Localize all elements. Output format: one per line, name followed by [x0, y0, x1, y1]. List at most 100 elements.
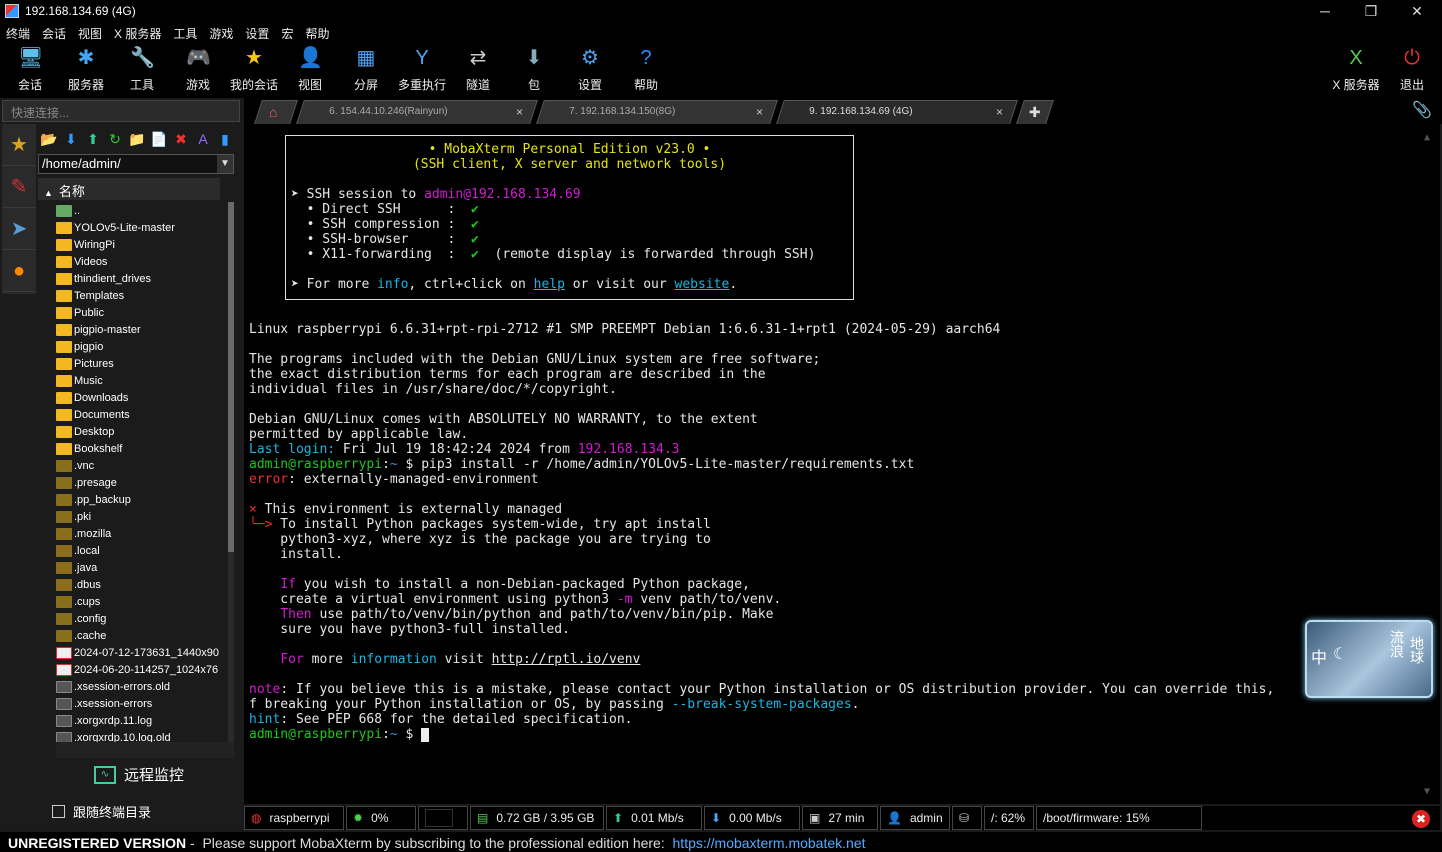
download-icon[interactable]: ⬇ — [60, 130, 82, 148]
toolbar-button[interactable]: Y 多重执行 — [394, 46, 450, 93]
file-list-item[interactable]: YOLOv5-Lite-master — [56, 219, 224, 236]
sessions-star-icon[interactable]: ★ — [2, 124, 36, 166]
toolbar-button[interactable]: XX 服务器 — [1328, 46, 1384, 93]
close-tab-icon[interactable]: × — [516, 105, 523, 119]
file-list-item[interactable]: .cups — [56, 593, 224, 610]
file-list-item[interactable]: .cache — [56, 627, 224, 644]
upload-icon[interactable]: ⬆ — [82, 130, 104, 148]
column-header-name[interactable]: ▲ 名称 — [38, 178, 220, 200]
menu-item[interactable]: X 服务器 — [108, 22, 167, 42]
settings-icon: ⚙ — [581, 47, 599, 69]
close-tab-icon[interactable]: × — [756, 105, 763, 119]
menu-item[interactable]: 设置 — [239, 22, 275, 42]
scroll-up-icon[interactable]: ▲ — [1424, 132, 1434, 143]
menu-item[interactable]: 终端 — [0, 22, 36, 42]
maximize-button[interactable]: ❐ — [1348, 0, 1394, 22]
close-status-icon[interactable]: ✖ — [1412, 810, 1430, 828]
file-list-item[interactable]: thindient_drives — [56, 270, 224, 287]
remote-monitoring-button[interactable]: ∿ 远程监控 — [94, 764, 184, 785]
toolbar-button[interactable]: ▦ 分屏 — [338, 46, 394, 93]
scroll-down-icon[interactable]: ▼ — [1424, 786, 1434, 797]
checkbox[interactable] — [52, 805, 65, 818]
sftp-browser-icon[interactable]: ● — [2, 250, 36, 292]
file-list-item[interactable]: Bookshelf — [56, 440, 224, 457]
toolbar-button[interactable]: 🔧 工具 — [114, 46, 170, 93]
toolbar-button[interactable]: 🎮 游戏 — [170, 46, 226, 93]
scrollbar-thumb[interactable] — [228, 202, 234, 552]
close-window-button[interactable]: ✕ — [1394, 0, 1440, 22]
new-file-icon[interactable]: 📄 — [148, 130, 170, 148]
file-list-item[interactable]: Downloads — [56, 389, 224, 406]
menu-item[interactable]: 游戏 — [203, 22, 239, 42]
terminal[interactable]: • MobaXterm Personal Edition v23.0 • (SSH… — [244, 124, 1440, 804]
terminal-text: Then — [280, 607, 312, 622]
toolbar-button[interactable]: ⇄ 隧道 — [450, 46, 506, 93]
file-list-item[interactable]: .config — [56, 610, 224, 627]
new-tab-button[interactable]: ✚ — [1016, 100, 1054, 124]
file-list-item[interactable]: .xorgxrdp.10.log.old — [56, 729, 224, 742]
terminal-text: × — [249, 502, 257, 517]
minimize-button[interactable]: ─ — [1302, 0, 1348, 22]
file-list-item[interactable]: .pki — [56, 508, 224, 525]
file-list-item[interactable]: .vnc — [56, 457, 224, 474]
delete-icon[interactable]: ✖ — [170, 130, 192, 148]
menu-item[interactable]: 宏 — [275, 22, 299, 42]
toolbar-button[interactable]: ? 帮助 — [618, 46, 674, 93]
menu-item[interactable]: 会话 — [36, 22, 72, 42]
file-list-item[interactable]: .xorgxrdp.11.log — [56, 712, 224, 729]
file-list-item[interactable]: Pictures — [56, 355, 224, 372]
file-list-item[interactable]: Documents — [56, 406, 224, 423]
home-tab[interactable]: ⌂ — [254, 100, 298, 124]
parent-folder-icon[interactable]: 📂 — [38, 130, 60, 148]
refresh-icon[interactable]: ↻ — [104, 130, 126, 148]
file-list-item[interactable]: .mozilla — [56, 525, 224, 542]
chevron-down-icon[interactable]: ▼ — [217, 155, 233, 173]
rename-icon[interactable]: A — [192, 130, 214, 148]
floating-widget[interactable]: 中 ☾ 流浪 地球 — [1305, 620, 1433, 698]
file-list-item[interactable]: Desktop — [56, 423, 224, 440]
menu-item[interactable]: 工具 — [167, 22, 203, 42]
macros-send-icon[interactable]: ➤ — [2, 208, 36, 250]
file-list-item[interactable]: pigpio-master — [56, 321, 224, 338]
new-folder-icon[interactable]: 📁 — [126, 130, 148, 148]
file-list-item[interactable]: 2024-07-12-173631_1440x90 — [56, 644, 224, 661]
path-input[interactable]: /home/admin/▼ — [38, 154, 234, 174]
file-list-item[interactable]: .. — [56, 202, 224, 219]
quick-connect-input[interactable]: 快速连接... — [2, 100, 240, 122]
file-list-item[interactable]: Templates — [56, 287, 224, 304]
tab-session-7[interactable]: 7. 192.168.134.150(8G) × — [536, 100, 778, 124]
toolbar-button[interactable]: ⏻ 退出 — [1384, 46, 1440, 93]
tab-session-9[interactable]: 9. 192.168.134.69 (4G) × — [776, 100, 1018, 124]
file-list-item[interactable]: Music — [56, 372, 224, 389]
toolbar-button[interactable]: ⬇ 包 — [506, 46, 562, 93]
file-list-item[interactable]: WiringPi — [56, 236, 224, 253]
menu-item[interactable]: 视图 — [72, 22, 108, 42]
toolbar-button[interactable]: ✱ 服务器 — [58, 46, 114, 93]
file-list-item[interactable]: Public — [56, 304, 224, 321]
file-list-item[interactable]: .xsession-errors — [56, 695, 224, 712]
file-list-item[interactable]: .java — [56, 559, 224, 576]
toggle-view-icon[interactable]: ▮ — [214, 130, 236, 148]
file-list-scrollbar[interactable] — [228, 202, 234, 742]
file-list-item[interactable]: pigpio — [56, 338, 224, 355]
menu-item[interactable]: 帮助 — [299, 22, 335, 42]
file-list-item[interactable]: .xsession-errors.old — [56, 678, 224, 695]
mobatek-link[interactable]: https://mobaxterm.mobatek.net — [673, 835, 866, 851]
file-list-item[interactable]: .local — [56, 542, 224, 559]
tab-session-6[interactable]: 6. 154.44.10.246(Rainyun) × — [296, 100, 538, 124]
toolbar-button[interactable]: 👤 视图 — [282, 46, 338, 93]
toolbar-button[interactable]: 🖥 会话 — [2, 46, 58, 93]
attachment-icon[interactable]: 📎 — [1412, 100, 1432, 120]
tools-icon[interactable]: ✎ — [2, 166, 36, 208]
follow-terminal-checkbox[interactable]: 跟随终端目录 — [52, 802, 151, 821]
horizontal-scrollbar[interactable] — [56, 742, 234, 758]
file-list-item[interactable]: .presage — [56, 474, 224, 491]
toolbar-button[interactable]: ⚙ 设置 — [562, 46, 618, 93]
toolbar-button[interactable]: ★ 我的会话 — [226, 46, 282, 93]
file-list-item[interactable]: .pp_backup — [56, 491, 224, 508]
file-list-item[interactable]: 2024-06-20-114257_1024x76 — [56, 661, 224, 678]
terminal-text: ✔ — [471, 202, 479, 217]
file-list-item[interactable]: Videos — [56, 253, 224, 270]
file-list-item[interactable]: .dbus — [56, 576, 224, 593]
close-tab-icon[interactable]: × — [996, 105, 1003, 119]
